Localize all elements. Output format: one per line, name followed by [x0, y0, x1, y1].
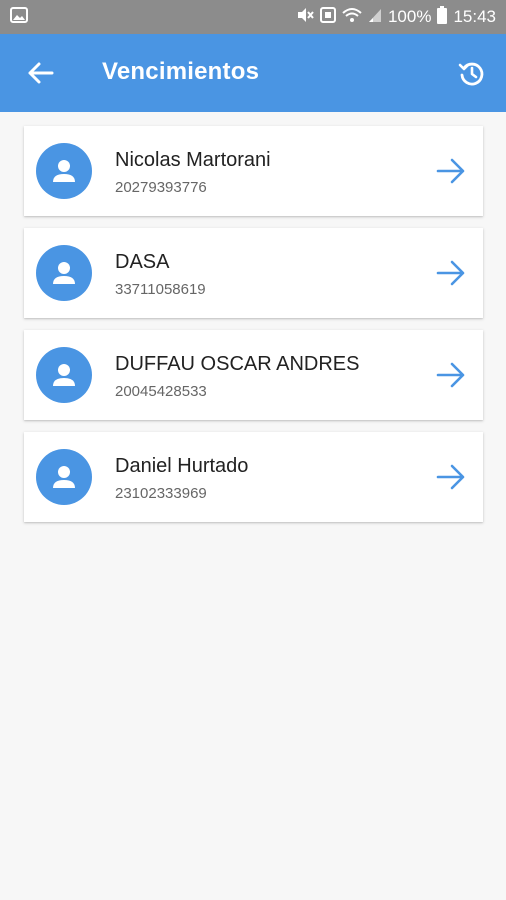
battery-percent: 100%	[387, 7, 432, 26]
contact-card[interactable]: DASA 33711058619	[24, 228, 483, 318]
arrow-back-icon	[28, 62, 54, 84]
contact-id: 20045428533	[115, 383, 207, 400]
contact-name: DUFFAU OSCAR ANDRES	[115, 353, 360, 375]
nfc-icon	[319, 6, 336, 28]
arrow-forward-icon[interactable]	[436, 464, 466, 490]
wifi-icon	[342, 7, 362, 28]
contact-name: Nicolas Martorani	[115, 149, 271, 171]
contact-card[interactable]: Nicolas Martorani 20279393776	[24, 126, 483, 216]
avatar	[36, 449, 92, 505]
status-time: 15:43	[453, 7, 496, 26]
person-icon	[53, 364, 75, 386]
mute-icon	[296, 7, 314, 28]
avatar	[36, 347, 92, 403]
history-refresh-icon	[458, 62, 484, 86]
avatar	[36, 143, 92, 199]
arrow-forward-icon[interactable]	[436, 362, 466, 388]
back-button[interactable]	[26, 61, 54, 85]
contact-name: Daniel Hurtado	[115, 455, 249, 477]
status-right: 100% 15:43	[296, 5, 496, 29]
arrow-forward-icon[interactable]	[436, 158, 466, 184]
history-button[interactable]	[458, 60, 486, 88]
arrow-forward-icon[interactable]	[436, 260, 466, 286]
status-bar: 100% 15:43	[0, 0, 506, 34]
contact-card[interactable]: DUFFAU OSCAR ANDRES 20045428533	[24, 330, 483, 420]
app-bar: Vencimientos	[0, 34, 506, 112]
avatar	[36, 245, 92, 301]
person-icon	[53, 160, 75, 182]
status-left	[10, 6, 28, 28]
contact-id: 20279393776	[115, 179, 207, 196]
signal-icon	[368, 7, 382, 28]
contact-id: 23102333969	[115, 485, 207, 502]
gallery-notification-icon	[10, 6, 28, 28]
contact-id: 33711058619	[115, 281, 206, 298]
contact-list: Nicolas Martorani 20279393776 DASA 33711…	[24, 126, 483, 534]
person-icon	[53, 466, 75, 488]
person-icon	[53, 262, 75, 284]
contact-name: DASA	[115, 251, 170, 273]
page-title: Vencimientos	[102, 58, 260, 85]
battery-icon	[437, 5, 448, 29]
contact-card[interactable]: Daniel Hurtado 23102333969	[24, 432, 483, 522]
